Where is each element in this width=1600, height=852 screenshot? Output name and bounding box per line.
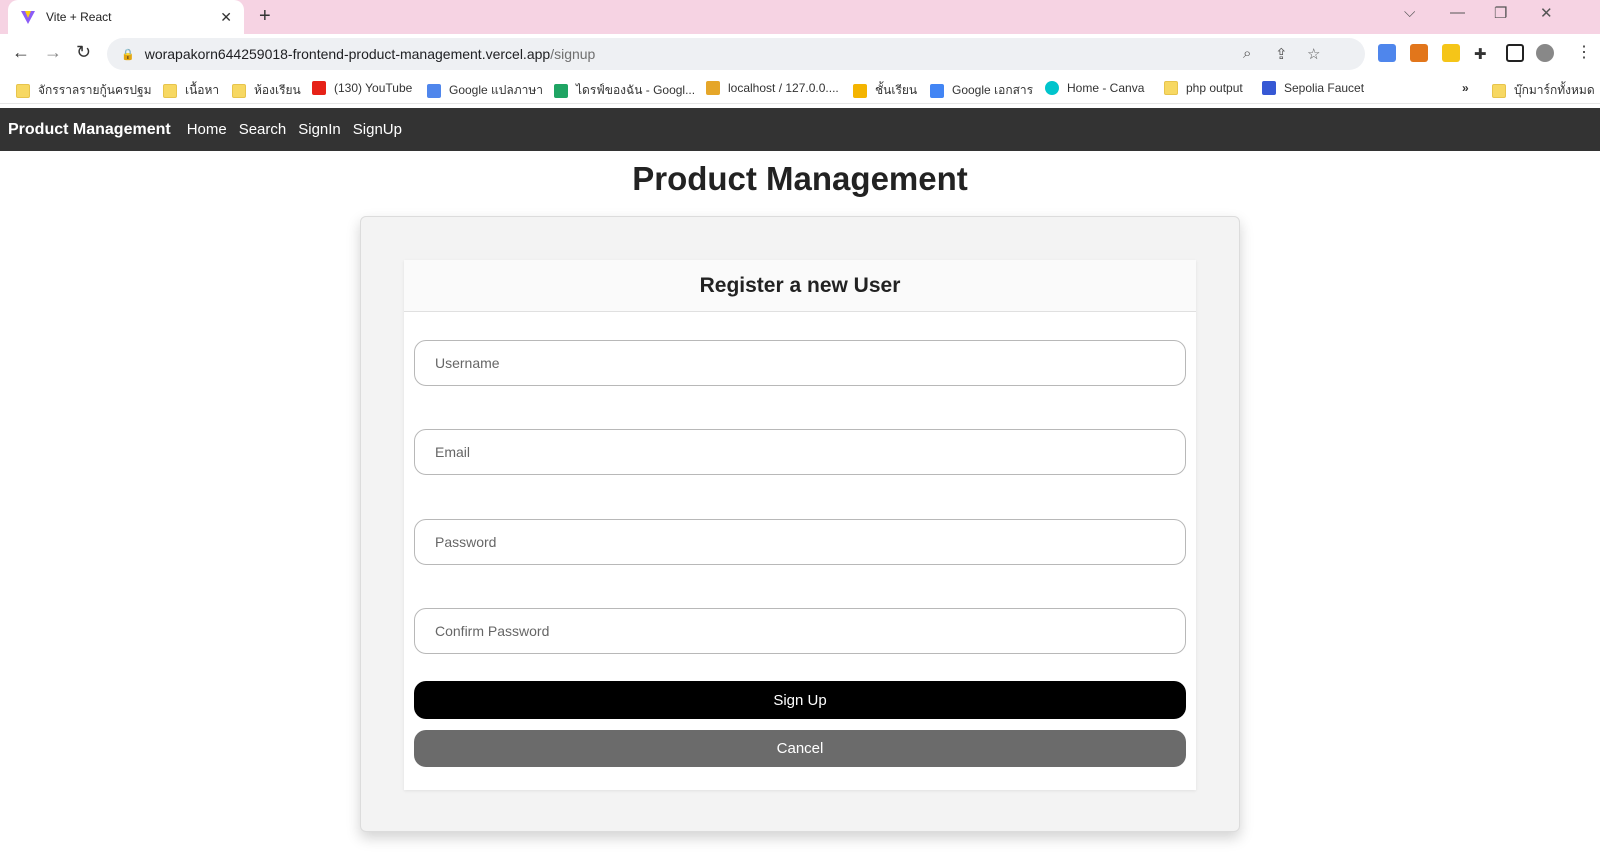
bookmark-label: เนื้อหา [185, 83, 220, 97]
cancel-button[interactable]: Cancel [414, 730, 1186, 767]
zoom-icon[interactable]: ⌕ [1243, 45, 1251, 62]
bookmark-item[interactable]: php output [1164, 81, 1243, 95]
bookmark-label: ห้องเรียน [254, 83, 301, 97]
forward-icon[interactable]: → [44, 42, 62, 63]
bookmark-label: (130) YouTube [334, 81, 413, 95]
classroom-icon [853, 83, 867, 98]
tab-close-icon[interactable]: ✕ [220, 9, 232, 26]
translate-icon [427, 83, 441, 98]
browser-toolbar: ← → ↻ 🔒 worapakorn644259018-frontend-pro… [0, 34, 1600, 74]
nav-link-home[interactable]: Home [187, 121, 227, 138]
nav-link-search[interactable]: Search [239, 121, 287, 138]
email-input[interactable] [414, 429, 1186, 475]
bookmark-item[interactable]: localhost / 127.0.0.... [706, 81, 839, 95]
bookmark-item[interactable]: Google แปลภาษา [427, 81, 543, 100]
app-navbar: Product Management Home Search SignIn Si… [0, 108, 1600, 151]
page-title: Product Management [632, 160, 968, 197]
folder-icon [16, 83, 30, 98]
back-icon[interactable]: ← [12, 42, 30, 63]
minimize-icon[interactable]: — [1450, 4, 1465, 21]
bookmark-item[interactable]: ชั้นเรียน [853, 81, 917, 100]
docs-icon [930, 83, 944, 98]
bookmark-label: localhost / 127.0.0.... [728, 81, 839, 95]
sign-up-button[interactable]: Sign Up [414, 681, 1186, 719]
more-bookmarks-icon[interactable]: » [1462, 81, 1469, 95]
profile-avatar-icon[interactable] [1536, 44, 1554, 62]
youtube-icon [312, 81, 326, 95]
tab-title: Vite + React [46, 10, 112, 24]
tab-search-icon[interactable]: ⌵ [1404, 4, 1415, 21]
bookmark-item[interactable]: Google เอกสาร [930, 81, 1033, 100]
bookmark-label: บุ๊กมาร์กทั้งหมด [1514, 83, 1595, 97]
bookmark-item[interactable]: ห้องเรียน [232, 81, 301, 100]
phpmyadmin-icon [706, 81, 720, 95]
folder-icon [163, 83, 177, 98]
alchemy-icon [1262, 81, 1276, 95]
bookmark-item[interactable]: จักรราลรายกู้นครปฐม [16, 81, 152, 100]
nav-link-signup[interactable]: SignUp [353, 121, 402, 138]
confirm-password-input[interactable] [414, 608, 1186, 654]
url-path: /signup [550, 46, 596, 62]
share-icon[interactable]: ⇪ [1275, 45, 1288, 63]
bookmark-label: Google เอกสาร [952, 83, 1034, 97]
folder-icon [232, 83, 246, 98]
bookmark-label: php output [1186, 81, 1243, 95]
folder-icon [1492, 83, 1506, 98]
bookmark-star-icon[interactable]: ☆ [1307, 45, 1320, 63]
bookmark-item[interactable]: (130) YouTube [312, 81, 412, 95]
all-bookmarks-folder[interactable]: บุ๊กมาร์กทั้งหมด [1492, 81, 1595, 100]
bookmark-label: ชั้นเรียน [875, 83, 918, 97]
bookmark-label: จักรราลรายกู้นครปฐม [38, 83, 152, 97]
form-title: Register a new User [404, 260, 1196, 312]
browser-menu-icon[interactable]: ⋮ [1576, 42, 1592, 62]
reload-icon[interactable]: ↻ [76, 42, 91, 63]
signup-card: Register a new User Sign Up Cancel [404, 260, 1196, 790]
extension-icon[interactable] [1442, 44, 1460, 62]
nav-link-signin[interactable]: SignIn [298, 121, 341, 138]
bookmark-item[interactable]: ไดรฟ์ของฉัน - Googl... [554, 81, 695, 100]
navbar-brand[interactable]: Product Management [8, 121, 171, 139]
canva-icon [1045, 81, 1059, 95]
bookmark-item[interactable]: เนื้อหา [163, 81, 219, 100]
username-input[interactable] [414, 340, 1186, 386]
vite-logo-icon [21, 11, 35, 24]
lock-icon: 🔒 [121, 48, 135, 61]
folder-icon [1164, 81, 1178, 95]
bookmark-label: ไดรฟ์ของฉัน - Googl... [576, 83, 696, 97]
address-bar[interactable]: 🔒 worapakorn644259018-frontend-product-m… [107, 38, 1365, 70]
side-panel-icon[interactable] [1506, 44, 1524, 62]
password-input[interactable] [414, 519, 1186, 565]
bookmark-label: Google แปลภาษา [449, 83, 544, 97]
translate-extension-icon[interactable] [1378, 44, 1396, 62]
bookmark-item[interactable]: Sepolia Faucet [1262, 81, 1364, 95]
drive-icon [554, 83, 568, 98]
browser-tab[interactable]: Vite + React ✕ [8, 0, 244, 34]
url-host: worapakorn644259018-frontend-product-man… [144, 46, 551, 62]
bookmarks-bar: จักรราลรายกู้นครปฐม เนื้อหา ห้องเรียน (1… [0, 74, 1600, 104]
bookmark-label: Home - Canva [1067, 81, 1145, 95]
new-tab-icon[interactable]: + [259, 5, 271, 28]
restore-icon[interactable]: ❐ [1494, 4, 1507, 22]
metamask-extension-icon[interactable] [1410, 44, 1428, 62]
extensions-puzzle-icon[interactable]: ✚ [1474, 45, 1487, 63]
bookmark-item[interactable]: Home - Canva [1045, 81, 1144, 95]
browser-tab-strip: Vite + React ✕ + ⌵ — ❐ ✕ [0, 0, 1600, 34]
window-close-icon[interactable]: ✕ [1540, 4, 1553, 22]
bookmark-label: Sepolia Faucet [1284, 81, 1365, 95]
